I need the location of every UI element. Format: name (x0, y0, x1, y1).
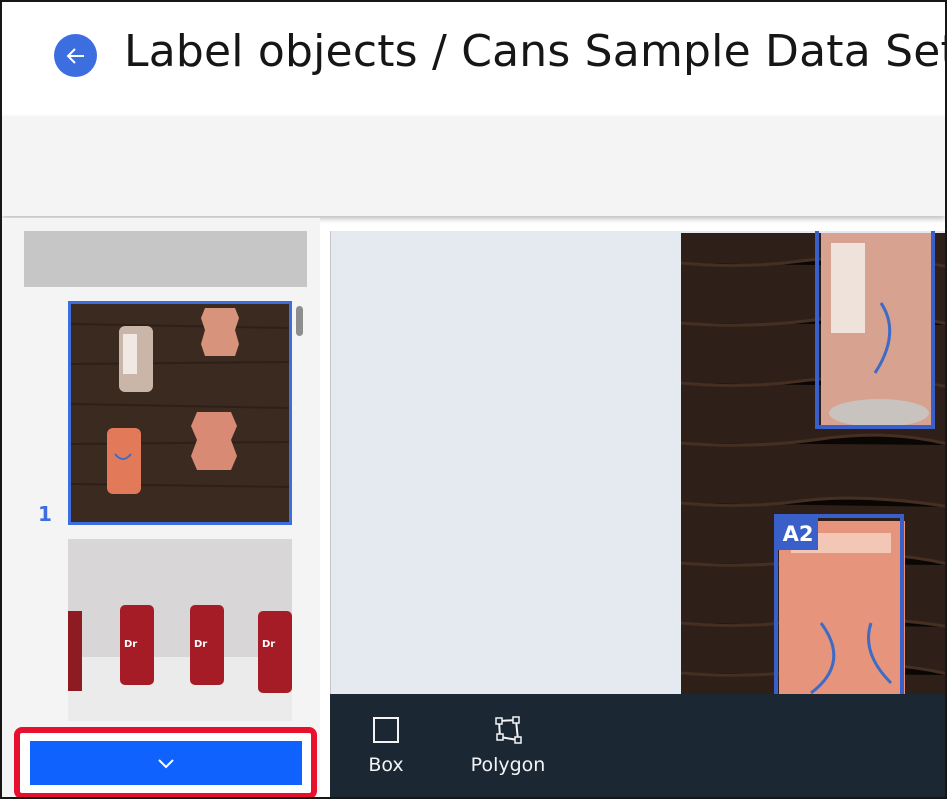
svg-text:Dr: Dr (262, 639, 275, 650)
thumbnail-scrollbar[interactable] (296, 306, 303, 336)
expand-button[interactable] (30, 741, 302, 785)
chevron-down-icon (158, 759, 174, 769)
annotation-toolbar: Box Polygon (330, 694, 945, 797)
wood-cans-image (71, 304, 289, 522)
sidebar-header (24, 231, 307, 287)
labeling-canvas[interactable]: A2 (330, 231, 945, 694)
square-icon (373, 717, 399, 743)
page-header: Label objects / Cans Sample Data Set (2, 2, 945, 116)
bounding-box-label: A2 (778, 518, 818, 550)
back-button[interactable] (54, 34, 97, 77)
app-window: Label objects / Cans Sample Data Set 1 D… (0, 0, 947, 799)
box-tool-label: Box (368, 754, 404, 776)
image-sidebar: 1 Dr Dr Dr (2, 218, 320, 797)
svg-text:Dr: Dr (194, 639, 207, 650)
svg-text:Dr: Dr (124, 639, 137, 650)
box-tool-button[interactable]: Box (366, 716, 406, 776)
page-title: Label objects / Cans Sample Data Set (124, 26, 947, 77)
soda-cans-image: Dr Dr Dr (68, 539, 292, 721)
polygon-icon (495, 716, 522, 744)
polygon-tool-button[interactable]: Polygon (463, 716, 553, 776)
arrow-left-icon (66, 47, 84, 64)
toolbar-strip (2, 116, 945, 216)
polygon-tool-label: Polygon (470, 754, 546, 776)
thumbnail-image-2[interactable]: Dr Dr Dr (68, 539, 292, 721)
thumbnail-index: 1 (38, 502, 52, 526)
bounding-box-1[interactable] (815, 231, 935, 429)
thumbnail-image-1[interactable] (68, 301, 292, 525)
